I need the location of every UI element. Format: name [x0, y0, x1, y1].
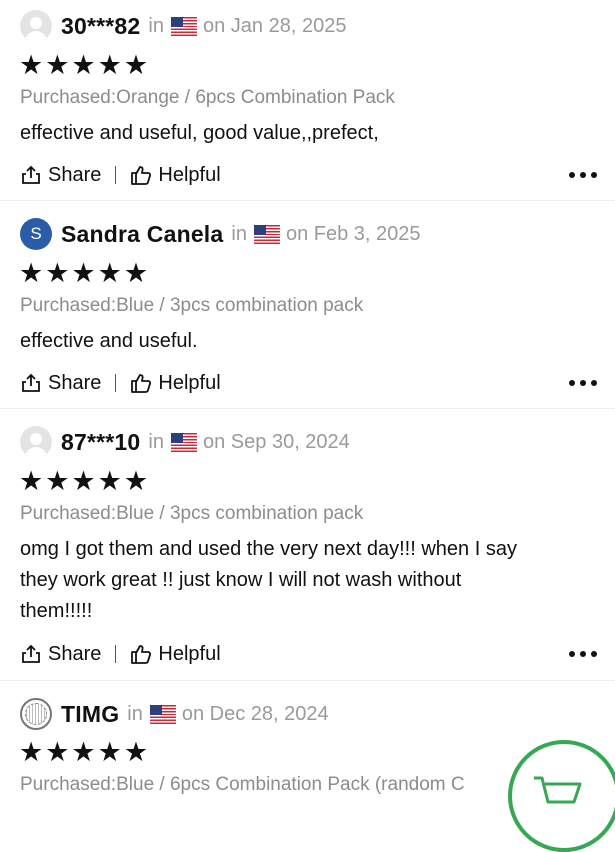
helpful-label: Helpful	[158, 642, 221, 665]
helpful-button[interactable]: Helpful	[130, 163, 221, 187]
in-label: in	[148, 14, 164, 37]
review-text-line: effective and useful.	[20, 330, 198, 352]
in-label: in	[127, 702, 143, 725]
star-rating: ★★★★★	[19, 466, 151, 496]
in-label: in	[148, 430, 164, 453]
cart-icon	[534, 776, 582, 804]
share-label: Share	[48, 371, 102, 394]
review-text-line: omg I got them and used the very next da…	[20, 538, 517, 560]
divider	[115, 645, 117, 663]
share-button[interactable]: Share	[20, 643, 101, 666]
more-options-icon[interactable]	[569, 380, 597, 386]
review-date: on Sep 30, 2024	[203, 430, 350, 453]
in-label: in	[231, 222, 247, 245]
thumbs-up-icon	[131, 166, 152, 185]
review-text-line: they work great !! just know I will not …	[20, 569, 462, 591]
reviewer-name[interactable]: 87***10	[61, 429, 140, 456]
purchased-variant: Purchased:Blue / 3pcs combination pack	[20, 503, 364, 524]
helpful-label: Helpful	[158, 163, 221, 186]
divider	[115, 374, 117, 392]
thumbs-up-icon	[131, 645, 152, 664]
share-button[interactable]: Share	[20, 164, 101, 187]
reviewer-name[interactable]: Sandra Canela	[61, 221, 223, 248]
review-text: effective and useful.	[20, 326, 605, 357]
helpful-label: Helpful	[158, 371, 221, 394]
share-label: Share	[48, 642, 102, 665]
reviewer-name[interactable]: 30***82	[61, 13, 140, 40]
share-icon	[22, 644, 40, 663]
divider	[115, 166, 117, 184]
more-options-icon[interactable]	[569, 172, 597, 178]
purchased-variant: Purchased:Blue / 6pcs Combination Pack (…	[20, 774, 465, 795]
share-icon	[22, 373, 40, 392]
user-avatar[interactable]: S	[20, 218, 52, 250]
us-flag-icon	[171, 16, 197, 36]
helpful-button[interactable]: Helpful	[130, 371, 221, 395]
thumbs-up-icon	[131, 374, 152, 393]
review-actions: Share Helpful	[20, 160, 221, 190]
review-header: 30***82 in on Jan 28, 2025	[20, 9, 346, 43]
review-header: TIMG in on Dec 28, 2024	[20, 697, 329, 731]
review-header: 87***10 in on Sep 30, 2024	[20, 425, 350, 459]
review-card: 30***82 in on Jan 28, 2025 ★★★★★ Purchas…	[0, 0, 615, 201]
star-rating: ★★★★★	[19, 737, 151, 767]
reviewer-name[interactable]: TIMG	[61, 701, 119, 728]
star-rating: ★★★★★	[19, 50, 151, 80]
floating-cart-button[interactable]	[508, 740, 615, 852]
review-actions: Share Helpful	[20, 639, 221, 669]
more-options-icon[interactable]	[569, 651, 597, 657]
us-flag-icon	[149, 704, 176, 724]
review-header: S Sandra Canela in on Feb 3, 2025	[20, 217, 421, 251]
review-card: 87***10 in on Sep 30, 2024 ★★★★★ Purchas…	[0, 408, 615, 681]
user-avatar-icon[interactable]	[20, 10, 52, 42]
us-flag-icon	[253, 224, 280, 244]
purchased-variant: Purchased:Blue / 3pcs combination pack	[20, 295, 364, 316]
review-text-line: them!!!!!	[20, 600, 93, 622]
helpful-button[interactable]: Helpful	[130, 642, 221, 666]
share-label: Share	[48, 163, 102, 186]
review-text-line: effective and useful, good value,,prefec…	[20, 122, 379, 144]
share-button[interactable]: Share	[20, 372, 101, 395]
share-icon	[22, 165, 40, 184]
review-card: S Sandra Canela in on Feb 3, 2025 ★★★★★ …	[0, 200, 615, 409]
badge-avatar[interactable]	[20, 698, 52, 730]
star-rating: ★★★★★	[19, 258, 151, 288]
purchased-variant: Purchased:Orange / 6pcs Combination Pack	[20, 87, 395, 108]
us-flag-icon	[171, 432, 197, 452]
review-text: omg I got them and used the very next da…	[20, 534, 605, 627]
review-actions: Share Helpful	[20, 368, 221, 398]
user-avatar-icon[interactable]	[20, 426, 52, 458]
review-date: on Dec 28, 2024	[181, 702, 329, 725]
review-date: on Jan 28, 2025	[203, 14, 347, 37]
review-text: effective and useful, good value,,prefec…	[20, 118, 605, 149]
review-date: on Feb 3, 2025	[285, 222, 421, 245]
